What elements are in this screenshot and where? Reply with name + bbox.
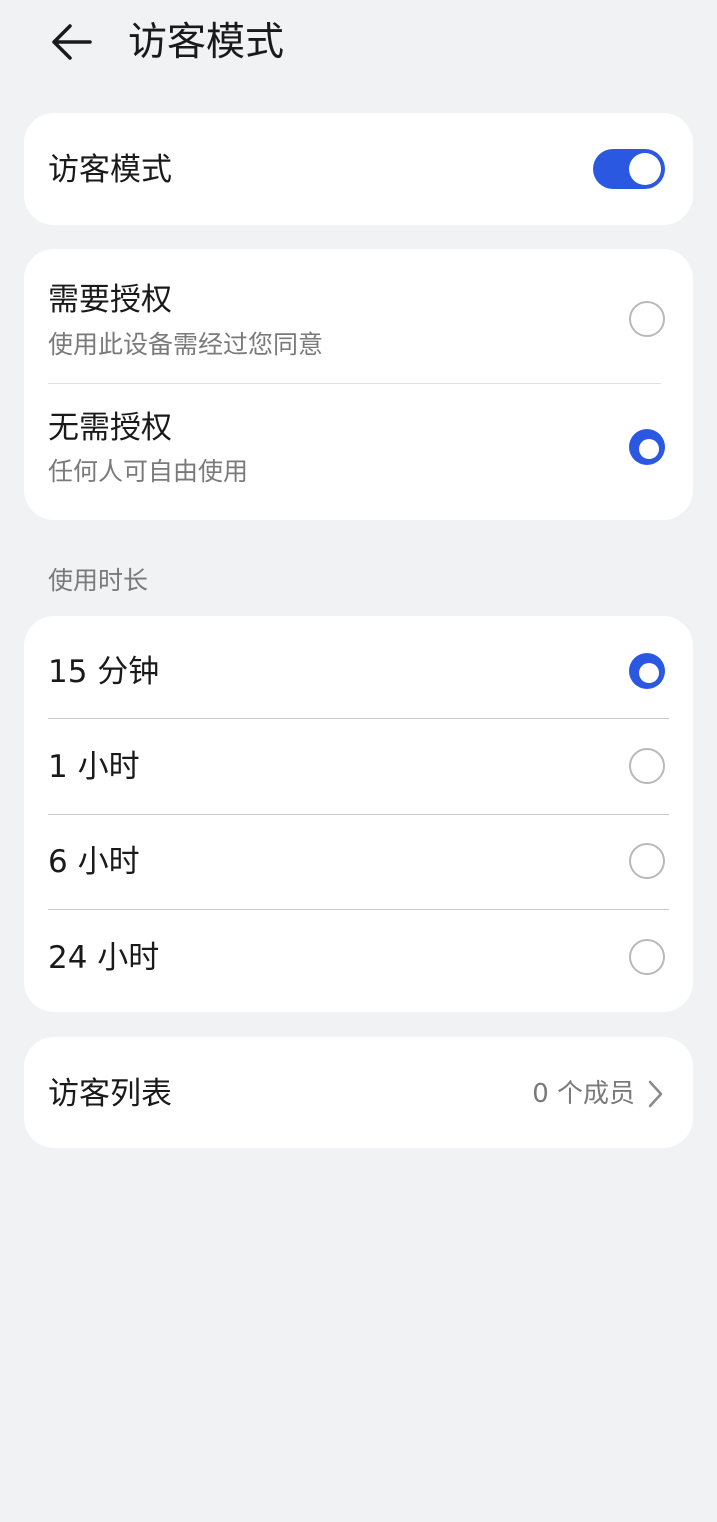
radio-15min[interactable]	[629, 653, 665, 689]
option-description: 任何人可自由使用	[48, 457, 249, 486]
guest-list-card: 访客列表 0 个成员	[24, 1037, 693, 1148]
guest-mode-card: 访客模式	[24, 113, 693, 225]
duration-label: 1 小时	[48, 749, 140, 785]
duration-option-24h[interactable]: 24 小时	[24, 910, 693, 1012]
guest-mode-toggle[interactable]	[593, 149, 665, 189]
radio-no-authorization[interactable]	[629, 429, 665, 465]
back-button[interactable]	[46, 20, 96, 64]
radio-24h[interactable]	[629, 939, 665, 975]
option-label: 需要授权	[48, 282, 172, 318]
guest-mode-label: 访客模式	[48, 152, 172, 188]
duration-option-1h[interactable]: 1 小时	[24, 719, 693, 814]
guest-list-row[interactable]: 访客列表 0 个成员	[24, 1037, 693, 1148]
duration-card: 15 分钟 1 小时 6 小时 24 小时	[24, 616, 693, 1012]
duration-label: 24 小时	[48, 940, 160, 976]
authorization-card: 需要授权 使用此设备需经过您同意 无需授权 任何人可自由使用	[24, 249, 693, 520]
duration-option-6h[interactable]: 6 小时	[24, 815, 693, 909]
guest-mode-row[interactable]: 访客模式	[24, 113, 693, 225]
section-label-duration: 使用时长	[48, 566, 149, 595]
duration-option-15min[interactable]: 15 分钟	[24, 616, 693, 718]
arrow-left-icon	[52, 24, 92, 60]
radio-1h[interactable]	[629, 748, 665, 784]
option-description: 使用此设备需经过您同意	[48, 330, 324, 359]
option-no-authorization[interactable]: 无需授权 任何人可自由使用	[24, 384, 693, 520]
page-title: 访客模式	[128, 20, 285, 65]
toggle-knob	[629, 153, 661, 185]
radio-6h[interactable]	[629, 843, 665, 879]
guest-list-label: 访客列表	[48, 1076, 172, 1112]
duration-label: 6 小时	[48, 844, 140, 880]
option-require-authorization[interactable]: 需要授权 使用此设备需经过您同意	[24, 249, 693, 383]
app-bar: 访客模式	[0, 0, 717, 90]
chevron-right-icon	[648, 1080, 663, 1108]
radio-require-authorization[interactable]	[629, 301, 665, 337]
guest-count: 0 个成员	[532, 1079, 635, 1109]
duration-label: 15 分钟	[48, 654, 160, 690]
option-label: 无需授权	[48, 410, 172, 446]
